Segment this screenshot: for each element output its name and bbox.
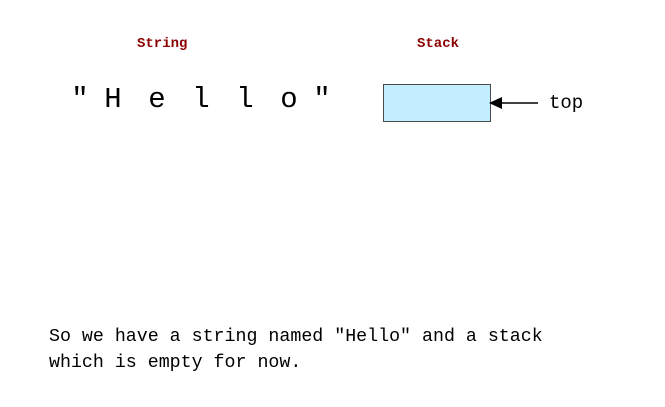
- string-char: l: [236, 83, 254, 116]
- string-char: H: [104, 83, 122, 116]
- top-pointer-label: top: [549, 92, 584, 114]
- caption-line: So we have a string named "Hello" and a …: [49, 327, 543, 347]
- stack-heading: Stack: [417, 36, 460, 52]
- caption: So we have a string named "Hello" and a …: [49, 324, 543, 376]
- top-pointer-arrow-icon: [489, 97, 538, 109]
- string-char: e: [148, 83, 166, 116]
- caption-line: which is empty for now.: [49, 353, 302, 373]
- string-char: o: [280, 83, 298, 116]
- string-value: " H e l l o ": [69, 82, 333, 118]
- string-char: l: [192, 83, 210, 116]
- stack-box: [383, 84, 491, 122]
- string-heading: String: [137, 36, 188, 52]
- close-quote: ": [313, 83, 331, 116]
- pointer-head: [489, 97, 502, 109]
- open-quote: ": [71, 83, 89, 116]
